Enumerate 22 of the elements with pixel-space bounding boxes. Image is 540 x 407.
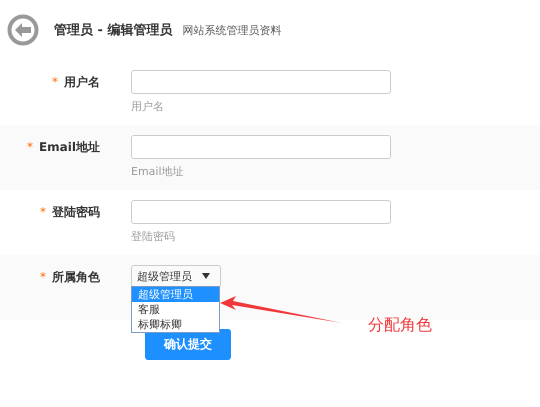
caret-icon (202, 273, 210, 279)
input-field[interactable] (131, 70, 391, 94)
field-hint: 登陆密码 (131, 229, 176, 244)
required-mark: * (52, 75, 58, 89)
page-title: 管理员 - 编辑管理员 (54, 22, 172, 39)
input-field[interactable] (131, 200, 391, 224)
required-mark: * (40, 270, 46, 284)
input-field[interactable] (131, 135, 391, 159)
field-label: 登陆密码 (52, 205, 100, 219)
back-icon[interactable] (7, 14, 39, 46)
field-label: Email地址 (38, 140, 100, 154)
field-hint: 用户名 (131, 99, 165, 114)
required-mark: * (40, 205, 46, 219)
field-hint: Email地址 (131, 164, 185, 179)
arrow-icon (220, 296, 342, 324)
required-mark: * (26, 140, 33, 154)
field-label: 用户名 (64, 75, 100, 89)
field-label: 所属角色 (52, 270, 100, 284)
annotation-text: 分配角色 (368, 315, 432, 336)
dropdown-option[interactable]: 客服 (132, 302, 219, 317)
page-subtitle: 网站系统管理员资料 (182, 22, 282, 38)
dropdown-option[interactable]: 标卿标卿 (132, 317, 219, 332)
